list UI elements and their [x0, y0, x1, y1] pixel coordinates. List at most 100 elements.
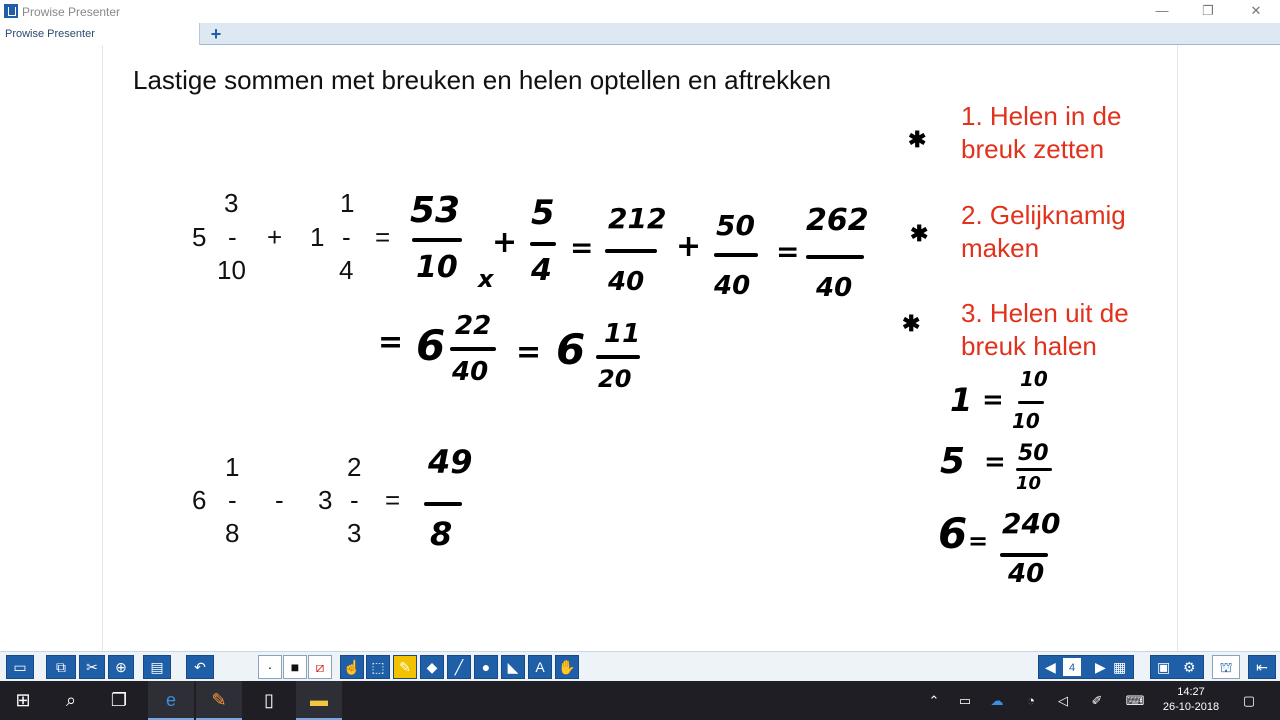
text-icon[interactable]: A: [528, 655, 552, 679]
hw-f1-numerator: 53: [410, 190, 461, 231]
hw-side3-denominator: 40: [1008, 559, 1045, 589]
hw-f5-bar: [806, 255, 864, 259]
hw-equals-1: =: [570, 231, 594, 264]
pointer-icon[interactable]: ☝: [340, 655, 364, 679]
tab-prowise-presenter[interactable]: Prowise Presenter: [0, 23, 200, 45]
hw-f5-numerator: 262: [806, 203, 869, 238]
hw-mixed2-denominator: 20: [598, 365, 632, 393]
sum2-whole-a: 6: [192, 485, 207, 515]
line-icon[interactable]: ╱: [447, 655, 471, 679]
hw-equals-3: =: [378, 325, 404, 360]
sum1-denominator-a: 10: [217, 255, 246, 285]
hw-equals-2: =: [776, 235, 800, 268]
notifications-icon[interactable]: ▢: [1238, 681, 1260, 720]
file-explorer-icon[interactable]: ▬: [296, 681, 342, 720]
grid-icon[interactable]: ▦: [1113, 656, 1126, 678]
hw-f1-denominator: 10: [416, 250, 458, 285]
prowise-taskbar-icon[interactable]: ✎: [196, 681, 242, 720]
sum2-dash-a: -: [228, 485, 237, 515]
hw-side1-bar: [1018, 401, 1044, 404]
presenter-toolbar: ▭ ⧉ ✂ ⊕ ▤ ↶ · ■ ⧄ ☝ ⬚ ✎ ◆ ╱ ● ◣ A ✋ ◀ ▶ …: [0, 651, 1280, 681]
page-number[interactable]: 4: [1062, 657, 1082, 677]
sum1-whole-a: 5: [192, 222, 207, 252]
restore-button[interactable]: ❐: [1198, 3, 1218, 19]
sum2-numerator-b: 2: [347, 452, 362, 482]
screens-icon[interactable]: ⧉: [46, 655, 76, 679]
pages-icon[interactable]: ▤: [143, 655, 171, 679]
whiteboard-canvas[interactable]: Lastige sommen met breuken en helen opte…: [0, 45, 1280, 651]
wifi-icon[interactable]: ◔: [1020, 681, 1042, 720]
hw-side2-bar: [1016, 468, 1052, 471]
step-2-line-2: maken: [961, 233, 1040, 263]
circle-icon[interactable]: ●: [474, 655, 498, 679]
eraser-icon[interactable]: ◆: [420, 655, 444, 679]
search-icon[interactable]: ⌕: [48, 681, 94, 720]
hw-f2-denominator: 4: [531, 253, 552, 288]
pen-tray-icon[interactable]: ✐: [1086, 681, 1108, 720]
clock-date: 26-10-2018: [1162, 701, 1220, 713]
tools-icon[interactable]: ✂: [79, 655, 105, 679]
select-icon[interactable]: ⬚: [366, 655, 390, 679]
window-titlebar: Prowise Presenter — ❐ ✕: [0, 0, 1280, 23]
system-clock[interactable]: 14:27 26-10-2018: [1156, 685, 1226, 715]
tab-strip: Prowise Presenter +: [0, 23, 1280, 45]
hw-f6-denominator: 8: [430, 515, 453, 553]
prowise-logo-icon: [4, 4, 18, 18]
window-title: Prowise Presenter: [22, 5, 121, 19]
hw-side3-equals: =: [968, 527, 989, 555]
sum1-denominator-b: 4: [339, 255, 354, 285]
sum2-operator: -: [275, 485, 284, 515]
exit-icon[interactable]: ⇤: [1248, 655, 1276, 679]
hw-side2-equals: =: [984, 447, 1006, 477]
task-view-icon[interactable]: ❐: [96, 681, 142, 720]
step-1-line-1: 1. Helen in de: [961, 101, 1122, 131]
hand-icon[interactable]: ✋: [555, 655, 579, 679]
hw-side3-left: 6: [938, 509, 968, 558]
hw-f1-bar: [412, 238, 462, 242]
volume-icon[interactable]: ◁: [1052, 681, 1074, 720]
zoom-icon[interactable]: ⊕: [108, 655, 134, 679]
prev-page-icon[interactable]: ◀: [1045, 656, 1056, 678]
step-3-line-2: breuk halen: [961, 331, 1097, 361]
step-1-line-2: breuk zetten: [961, 134, 1105, 164]
start-icon[interactable]: ⊞: [0, 681, 46, 720]
battery-icon[interactable]: ▭: [954, 681, 976, 720]
undo-icon[interactable]: ↶: [186, 655, 214, 679]
folder-icon[interactable]: ▭: [6, 655, 34, 679]
hw-f4-numerator: 50: [716, 209, 755, 242]
hw-side2-numerator: 50: [1018, 441, 1049, 466]
sum2-denominator-a: 8: [225, 518, 240, 548]
hw-side2-denominator: 10: [1016, 473, 1042, 494]
hw-mixed1-denominator: 40: [452, 357, 489, 387]
ruler-icon[interactable]: ◣: [501, 655, 525, 679]
tray-chevron-icon[interactable]: ⌃: [924, 681, 944, 720]
edge-icon[interactable]: e: [148, 681, 194, 720]
highlighter-icon[interactable]: ✎: [393, 655, 417, 679]
hw-f3-denominator: 40: [608, 267, 645, 297]
add-tab-button[interactable]: +: [206, 24, 226, 44]
hw-f2-numerator: 5: [531, 193, 555, 233]
sum1-dash-a: -: [228, 222, 237, 252]
display-icon[interactable]: ▣: [1157, 656, 1170, 678]
settings-icon[interactable]: ⚙: [1183, 656, 1196, 678]
hw-mixed1-whole: 6: [416, 321, 446, 370]
hw-side1-numerator: 10: [1020, 367, 1048, 391]
no-fill-icon[interactable]: ⧄: [308, 655, 332, 679]
hw-side1-left: 1: [950, 381, 973, 419]
presentation-icon[interactable]: ⛫: [1212, 655, 1240, 679]
page-navigator: ◀ ▶ ▦: [1038, 655, 1134, 679]
hw-mixed1-numerator: 22: [455, 311, 492, 341]
document-icon[interactable]: ▯: [246, 681, 292, 720]
hw-mixed2-whole: 6: [556, 325, 586, 374]
minimize-button[interactable]: —: [1152, 3, 1172, 19]
close-button[interactable]: ✕: [1246, 3, 1266, 19]
hw-f4-bar: [714, 253, 758, 257]
pen-thin-icon[interactable]: ·: [258, 655, 282, 679]
hw-times: x: [478, 265, 494, 293]
onedrive-icon[interactable]: ☁: [986, 681, 1008, 720]
pen-thick-icon[interactable]: ■: [283, 655, 307, 679]
keyboard-icon[interactable]: ⌨: [1124, 681, 1146, 720]
hw-mixed2-numerator: 11: [604, 319, 641, 349]
next-page-icon[interactable]: ▶: [1095, 656, 1106, 678]
step-3-line-1: 3. Helen uit de: [961, 298, 1129, 328]
